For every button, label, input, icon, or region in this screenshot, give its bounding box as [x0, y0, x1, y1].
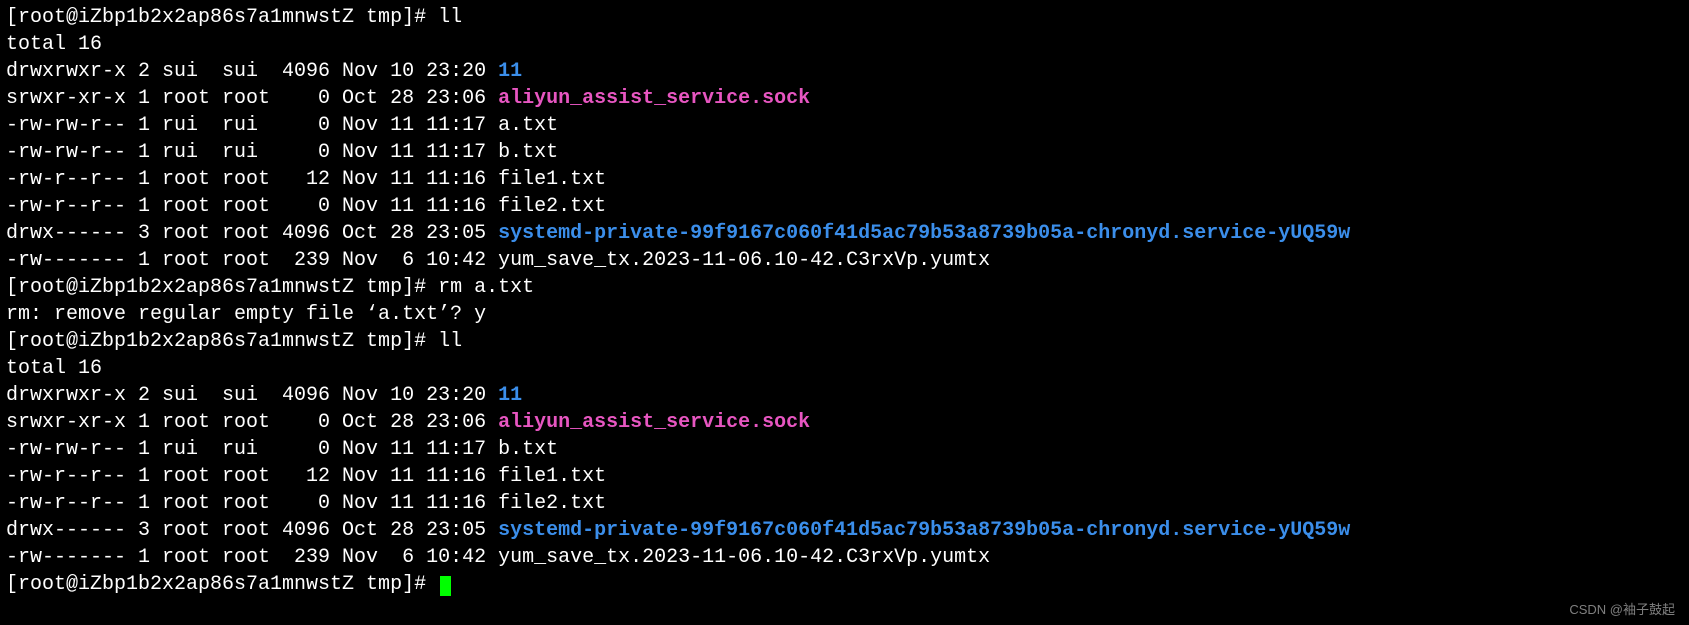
file-name: file1.txt [498, 465, 606, 488]
listing-row: drwxrwxr-x 2 sui sui 4096 Nov 10 23:20 1… [6, 382, 1689, 409]
listing-row: -rw-rw-r-- 1 rui rui 0 Nov 11 11:17 a.tx… [6, 112, 1689, 139]
file-name: a.txt [498, 114, 558, 137]
listing-row: drwxrwxr-x 2 sui sui 4096 Nov 10 23:20 1… [6, 58, 1689, 85]
file-name: aliyun_assist_service.sock [498, 87, 810, 110]
listing-total: total 16 [6, 31, 1689, 58]
listing-total: total 16 [6, 355, 1689, 382]
shell-command: ll [438, 330, 462, 353]
file-name: 11 [498, 384, 522, 407]
file-name: yum_save_tx.2023-11-06.10-42.C3rxVp.yumt… [498, 249, 990, 272]
listing-row: srwxr-xr-x 1 root root 0 Oct 28 23:06 al… [6, 409, 1689, 436]
listing-row: srwxr-xr-x 1 root root 0 Oct 28 23:06 al… [6, 85, 1689, 112]
confirm-line: rm: remove regular empty file ‘a.txt’? y [6, 301, 1689, 328]
listing-row: -rw-r--r-- 1 root root 0 Nov 11 11:16 fi… [6, 490, 1689, 517]
shell-command: rm a.txt [438, 276, 534, 299]
command-line: [root@iZbp1b2x2ap86s7a1mnwstZ tmp]# ll [6, 328, 1689, 355]
listing-row: drwx------ 3 root root 4096 Oct 28 23:05… [6, 220, 1689, 247]
file-name: aliyun_assist_service.sock [498, 411, 810, 434]
listing-row: -rw-r--r-- 1 root root 12 Nov 11 11:16 f… [6, 166, 1689, 193]
listing-row: drwx------ 3 root root 4096 Oct 28 23:05… [6, 517, 1689, 544]
shell-command: ll [438, 6, 462, 29]
terminal-output[interactable]: [root@iZbp1b2x2ap86s7a1mnwstZ tmp]# llto… [6, 4, 1689, 598]
file-name: file2.txt [498, 492, 606, 515]
file-name: 11 [498, 60, 522, 83]
shell-prompt: [root@iZbp1b2x2ap86s7a1mnwstZ tmp]# [6, 6, 438, 29]
listing-row: -rw-rw-r-- 1 rui rui 0 Nov 11 11:17 b.tx… [6, 436, 1689, 463]
file-name: b.txt [498, 141, 558, 164]
command-line: [root@iZbp1b2x2ap86s7a1mnwstZ tmp]# rm a… [6, 274, 1689, 301]
shell-prompt: [root@iZbp1b2x2ap86s7a1mnwstZ tmp]# [6, 330, 438, 353]
listing-row: -rw-rw-r-- 1 rui rui 0 Nov 11 11:17 b.tx… [6, 139, 1689, 166]
command-line: [root@iZbp1b2x2ap86s7a1mnwstZ tmp]# [6, 571, 1689, 598]
command-line: [root@iZbp1b2x2ap86s7a1mnwstZ tmp]# ll [6, 4, 1689, 31]
listing-row: -rw------- 1 root root 239 Nov 6 10:42 y… [6, 247, 1689, 274]
cursor-icon [440, 576, 451, 596]
file-name: systemd-private-99f9167c060f41d5ac79b53a… [498, 222, 1350, 245]
file-name: b.txt [498, 438, 558, 461]
file-name: file1.txt [498, 168, 606, 191]
file-name: yum_save_tx.2023-11-06.10-42.C3rxVp.yumt… [498, 546, 990, 569]
watermark-text: CSDN @袖子鼓起 [1569, 601, 1675, 619]
file-name: file2.txt [498, 195, 606, 218]
listing-row: -rw------- 1 root root 239 Nov 6 10:42 y… [6, 544, 1689, 571]
shell-prompt: [root@iZbp1b2x2ap86s7a1mnwstZ tmp]# [6, 276, 438, 299]
listing-row: -rw-r--r-- 1 root root 12 Nov 11 11:16 f… [6, 463, 1689, 490]
file-name: systemd-private-99f9167c060f41d5ac79b53a… [498, 519, 1350, 542]
listing-row: -rw-r--r-- 1 root root 0 Nov 11 11:16 fi… [6, 193, 1689, 220]
shell-prompt: [root@iZbp1b2x2ap86s7a1mnwstZ tmp]# [6, 573, 438, 596]
